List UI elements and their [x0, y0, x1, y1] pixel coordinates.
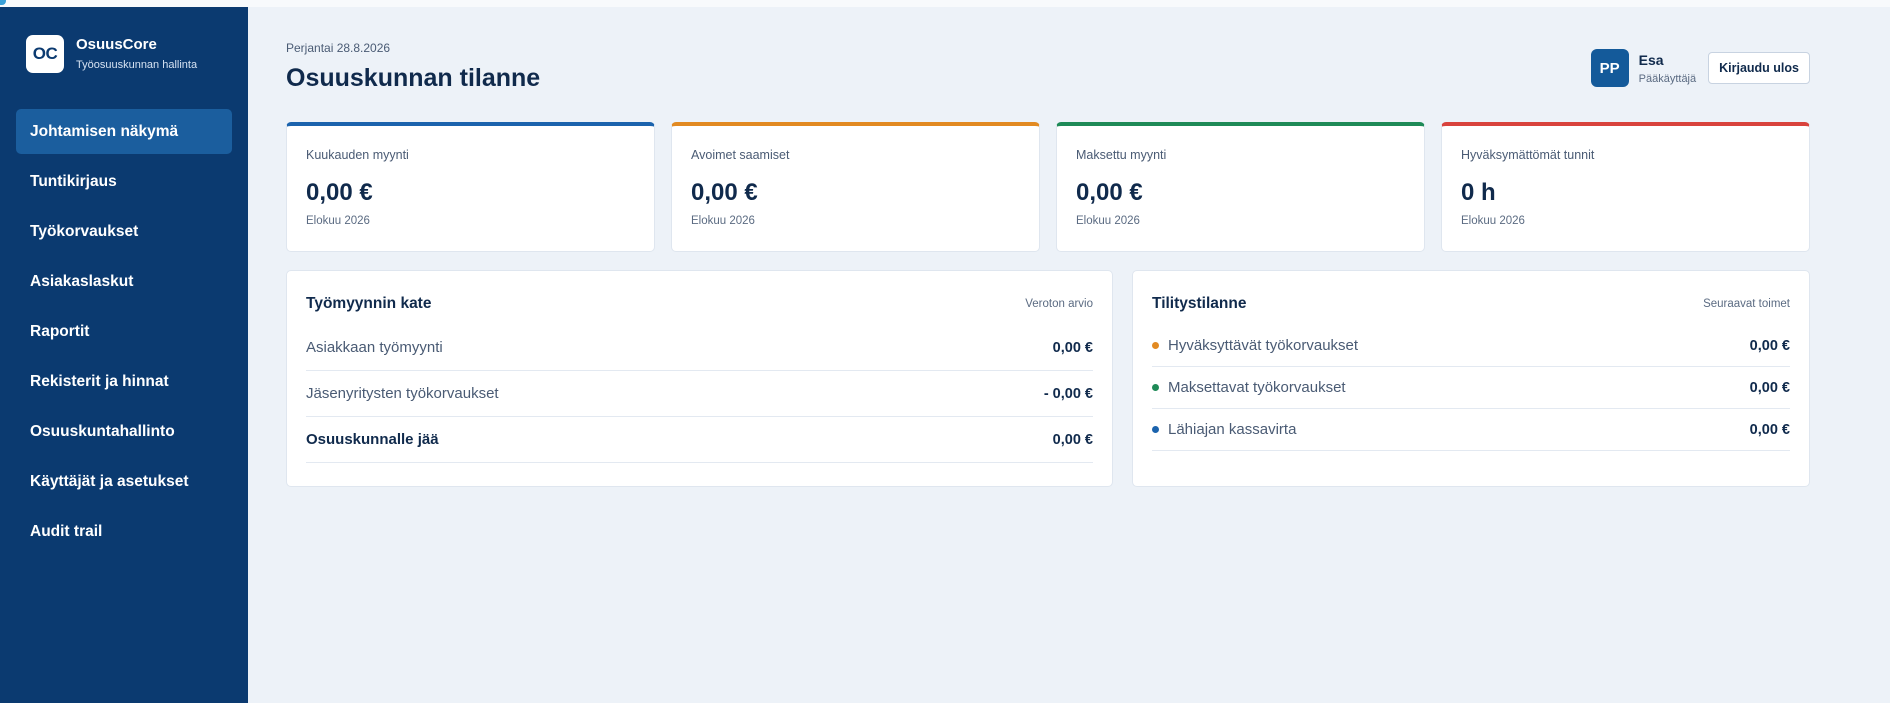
row-label: Jäsenyritysten työkorvaukset: [306, 385, 499, 402]
margin-panel: Työmyynnin kate Veroton arvio Asiakkaan …: [286, 270, 1113, 487]
panel-note: Seuraavat toimet: [1703, 298, 1790, 310]
sidebar-nav: Johtamisen näkymä Tuntikirjaus Työkorvau…: [16, 109, 232, 559]
panel-header: Työmyynnin kate Veroton arvio: [306, 291, 1093, 317]
list-item: Maksettavat työkorvaukset 0,00 €: [1152, 367, 1790, 409]
brand-subtitle: Työosuuskunnan hallinta: [76, 58, 198, 71]
brand-text: OsuusCore Työosuuskunnan hallinta: [76, 36, 197, 73]
stat-cards: Kuukauden myynti 0,00 € Elokuu 2026 Avoi…: [286, 122, 1810, 252]
page-title: Osuuskunnan tilanne: [286, 64, 541, 92]
sidebar-item-raportit[interactable]: Raportit: [16, 309, 232, 354]
stat-period: Elokuu 2026: [1461, 215, 1525, 227]
list-item: Asiakkaan työmyynti 0,00 €: [306, 325, 1093, 371]
stat-value: 0,00 €: [306, 179, 373, 206]
sidebar-item-asiakaslaskut[interactable]: Asiakaslaskut: [16, 259, 232, 304]
settlement-rows: Hyväksyttävät työkorvaukset 0,00 € Makse…: [1152, 325, 1790, 451]
stat-card-open-receivables: Avoimet saamiset 0,00 € Elokuu 2026: [671, 122, 1040, 252]
stat-period: Elokuu 2026: [306, 215, 370, 227]
panel-header: Tilitystilanne Seuraavat toimet: [1152, 291, 1790, 317]
row-value: 0,00 €: [1052, 431, 1093, 448]
margin-rows: Asiakkaan työmyynti 0,00 € Jäsenyrityste…: [306, 325, 1093, 463]
sidebar: OC OsuusCore Työosuuskunnan hallinta Joh…: [0, 7, 248, 703]
brand-name: OsuusCore: [76, 35, 157, 53]
row-value: 0,00 €: [1749, 337, 1790, 354]
stat-card-unapproved-hours: Hyväksymättömät tunnit 0 h Elokuu 2026: [1441, 122, 1810, 252]
sidebar-item-rekisterit[interactable]: Rekisterit ja hinnat: [16, 359, 232, 404]
stat-label: Avoimet saamiset: [691, 148, 790, 162]
sidebar-item-tyokorvaukset[interactable]: Työkorvaukset: [16, 209, 232, 254]
list-item: Hyväksyttävät työkorvaukset 0,00 €: [1152, 325, 1790, 367]
row-value: 0,00 €: [1052, 339, 1093, 356]
sidebar-item-johtamisen-nakyma[interactable]: Johtamisen näkymä: [16, 109, 232, 154]
brand[interactable]: OC OsuusCore Työosuuskunnan hallinta: [26, 35, 197, 73]
stat-value: 0,00 €: [1076, 179, 1143, 206]
avatar[interactable]: PP: [1590, 49, 1629, 87]
stat-card-monthly-sales: Kuukauden myynti 0,00 € Elokuu 2026: [286, 122, 655, 252]
row-value: 0,00 €: [1749, 379, 1790, 396]
row-label: Asiakkaan työmyynti: [306, 339, 443, 356]
page-date: Perjantai 28.8.2026: [286, 41, 391, 55]
sidebar-item-tuntikirjaus[interactable]: Tuntikirjaus: [16, 159, 232, 204]
sidebar-item-osuuskuntahallinto[interactable]: Osuuskuntahallinto: [16, 409, 232, 454]
row-label: Maksettavat työkorvaukset: [1168, 379, 1346, 396]
logout-button[interactable]: Kirjaudu ulos: [1708, 52, 1810, 84]
user-name: Esa: [1638, 51, 1664, 68]
stat-card-paid-sales: Maksettu myynti 0,00 € Elokuu 2026: [1056, 122, 1425, 252]
row-label-wrap: Maksettavat työkorvaukset: [1152, 379, 1346, 396]
row-label: Osuuskunnalle jää: [306, 431, 439, 448]
brand-logo-icon: OC: [26, 35, 64, 73]
top-strip: [0, 0, 1890, 7]
stat-label: Kuukauden myynti: [306, 148, 409, 162]
stat-label: Maksettu myynti: [1076, 148, 1167, 162]
stat-value: 0 h: [1461, 179, 1496, 206]
row-label-wrap: Lähiajan kassavirta: [1152, 421, 1296, 438]
row-label-wrap: Hyväksyttävät työkorvaukset: [1152, 337, 1358, 354]
list-item: Jäsenyritysten työkorvaukset - 0,00 €: [306, 371, 1093, 417]
row-value: 0,00 €: [1749, 421, 1790, 438]
row-label: Lähiajan kassavirta: [1168, 421, 1297, 438]
stat-value: 0,00 €: [691, 179, 758, 206]
sidebar-item-kayttajat[interactable]: Käyttäjät ja asetukset: [16, 459, 232, 504]
panel-note: Veroton arvio: [1025, 298, 1093, 310]
list-item: Lähiajan kassavirta 0,00 €: [1152, 409, 1790, 451]
status-dot-icon: [1152, 342, 1159, 349]
settlement-panel: Tilitystilanne Seuraavat toimet Hyväksyt…: [1132, 270, 1810, 487]
stat-label: Hyväksymättömät tunnit: [1461, 148, 1595, 162]
status-dot-icon: [1152, 426, 1159, 433]
row-value: - 0,00 €: [1043, 385, 1093, 402]
user-info: Esa Pääkäyttäjä: [1639, 52, 1696, 85]
panel-title: Työmyynnin kate: [306, 295, 432, 312]
panel-title: Tilitystilanne: [1152, 295, 1247, 312]
status-dot-icon: [1152, 384, 1159, 391]
user-role: Pääkäyttäjä: [1638, 72, 1697, 85]
user-area: PP Esa Pääkäyttäjä Kirjaudu ulos: [1590, 49, 1810, 87]
sidebar-item-audit-trail[interactable]: Audit trail: [16, 509, 232, 554]
stat-period: Elokuu 2026: [1076, 215, 1140, 227]
row-label: Hyväksyttävät työkorvaukset: [1168, 337, 1359, 354]
list-item: Osuuskunnalle jää 0,00 €: [306, 417, 1093, 463]
stat-period: Elokuu 2026: [691, 215, 755, 227]
